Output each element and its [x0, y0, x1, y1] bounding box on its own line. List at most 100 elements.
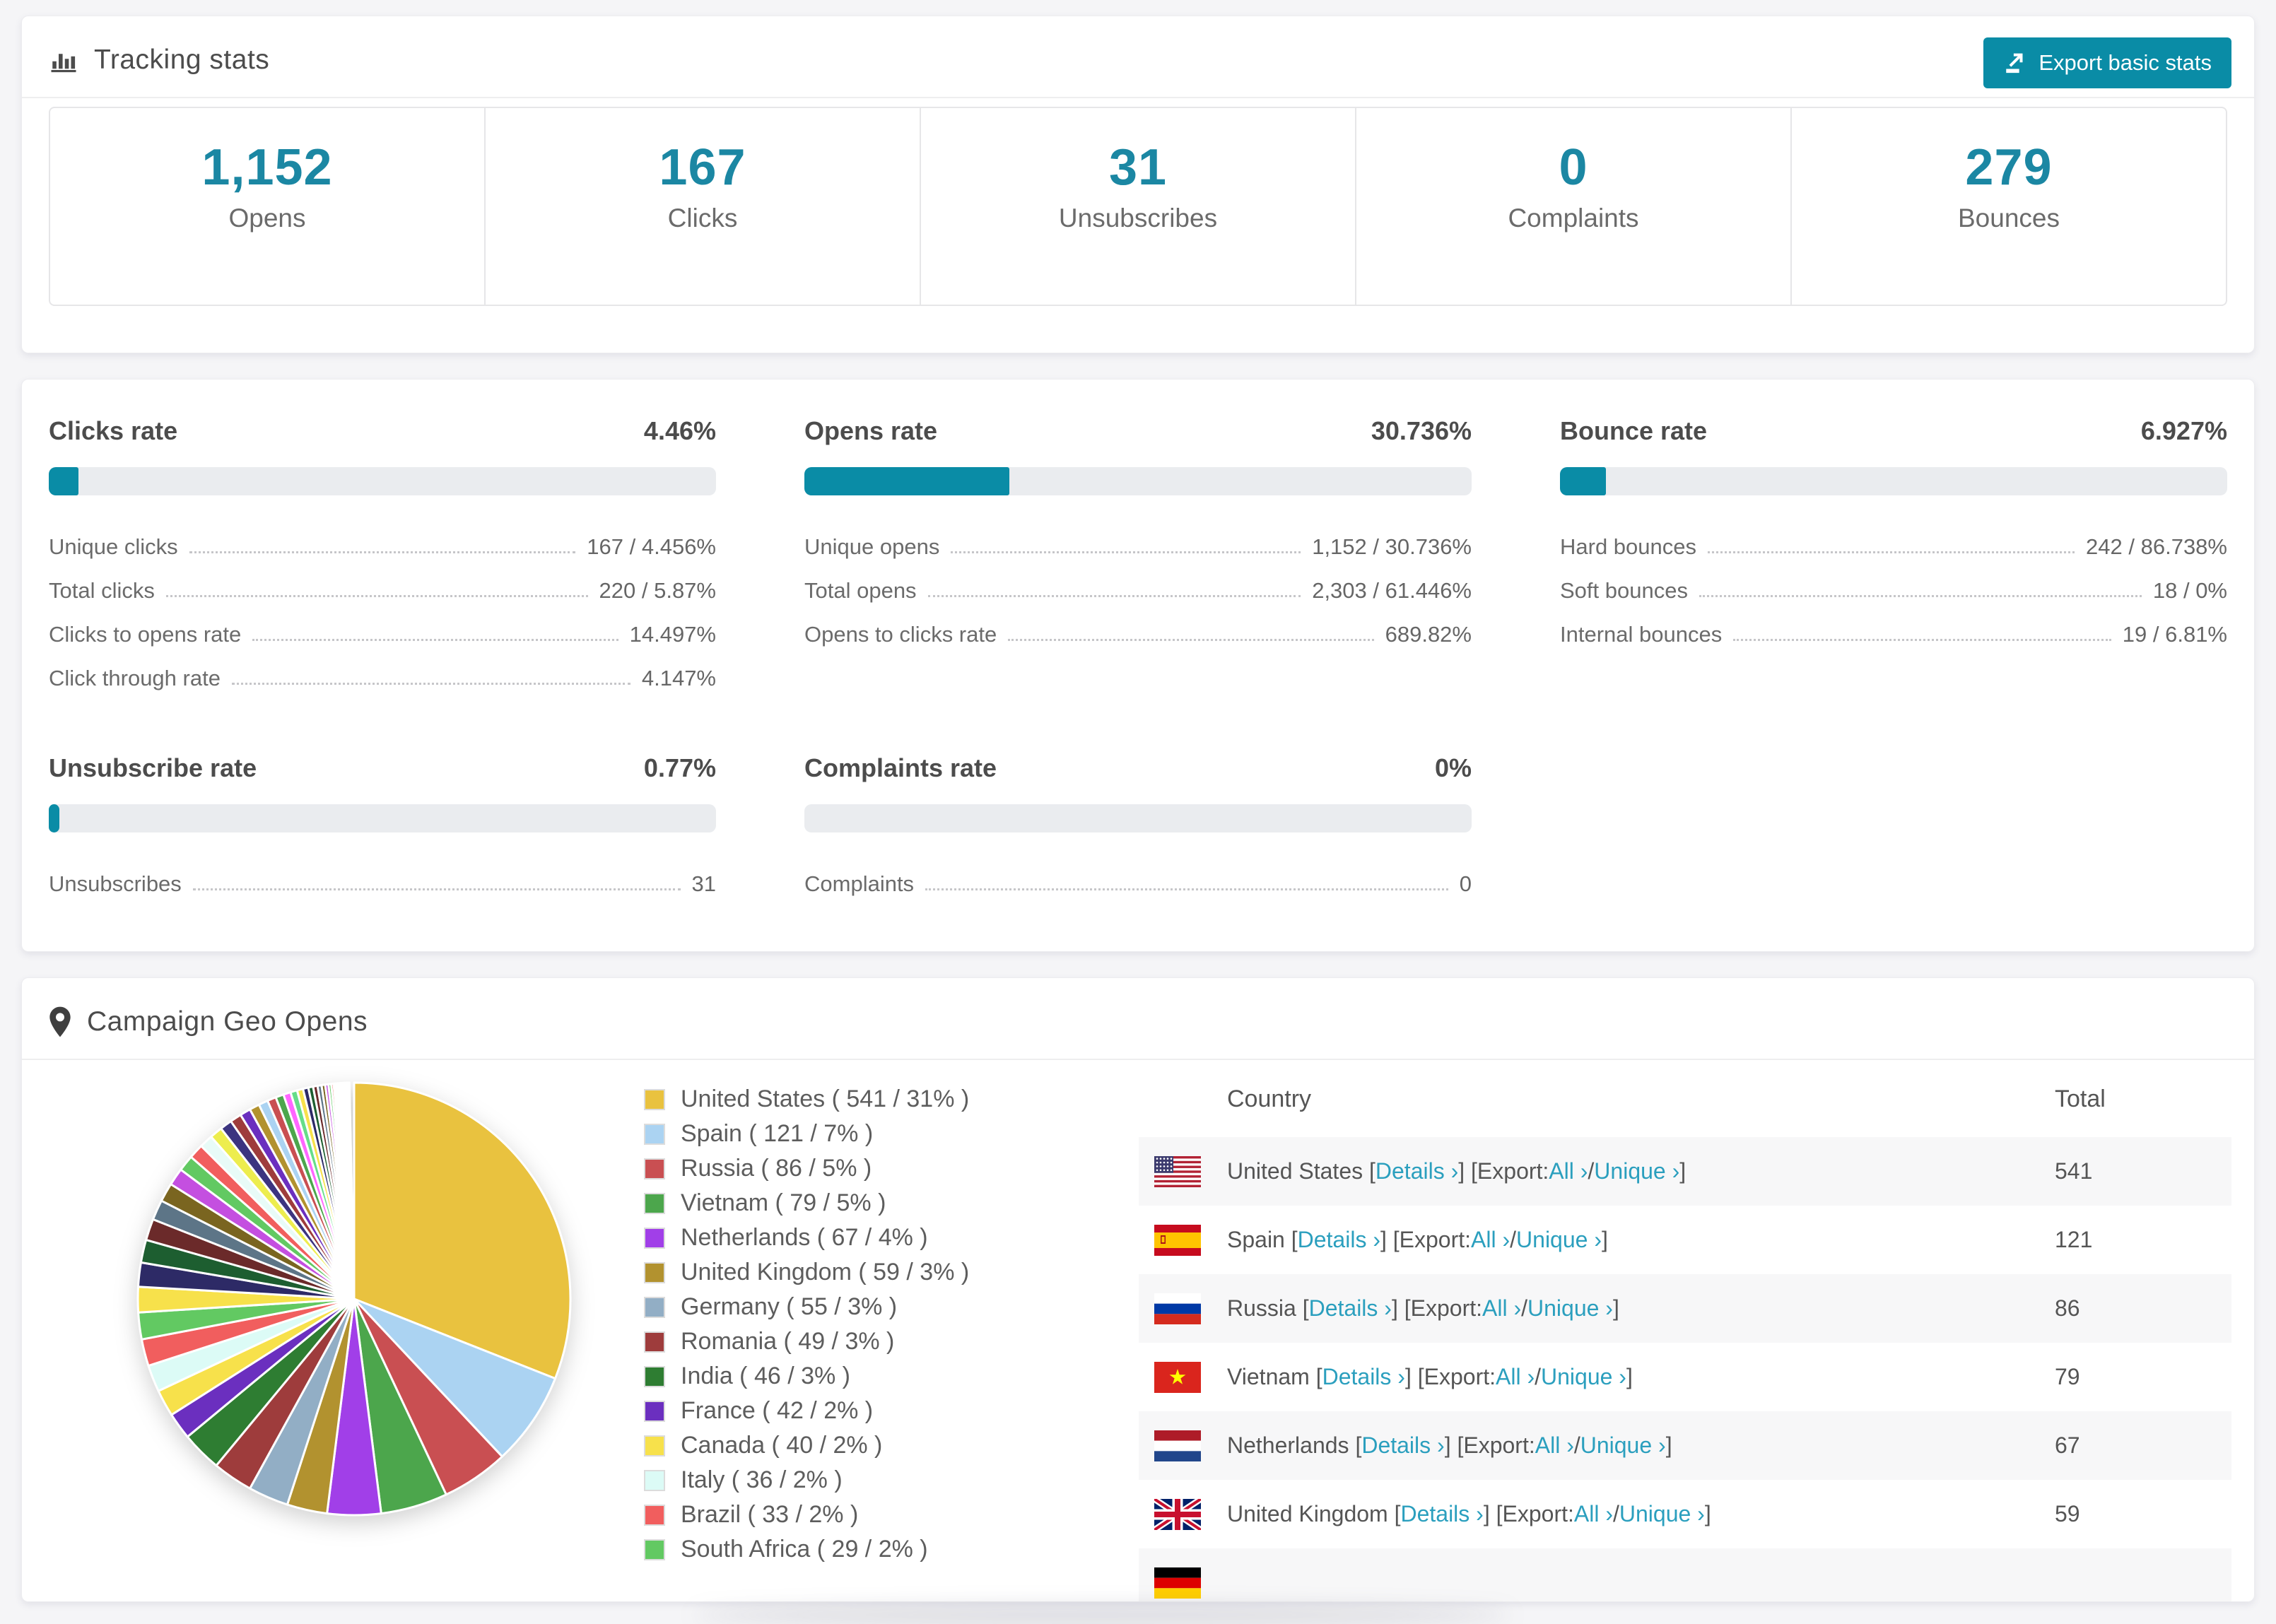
bar-chart-icon — [49, 45, 78, 75]
stat-value: 167 / 4.456% — [587, 534, 716, 559]
rate-title: Bounce rate — [1560, 416, 1708, 445]
rate-block-opens-rate: Opens rate 30.736% Unique opens 1,152 / 30.… — [804, 416, 1472, 700]
tracking-stats-card: Tracking stats Export basic stats 1,152 O… — [21, 16, 2255, 353]
export-unique-link[interactable]: Unique › — [1516, 1227, 1602, 1253]
link-separator: ] [Export: — [1483, 1501, 1574, 1526]
link-separator: ] [Export: — [1404, 1364, 1496, 1389]
legend-item-romania[interactable]: Romania ( 49 / 3% ) — [644, 1328, 1139, 1355]
legend-item-germany[interactable]: Germany ( 55 / 3% ) — [644, 1293, 1139, 1321]
legend-item-netherlands[interactable]: Netherlands ( 67 / 4% ) — [644, 1224, 1139, 1252]
export-basic-stats-button[interactable]: Export basic stats — [1983, 37, 2231, 88]
export-unique-link[interactable]: Unique › — [1527, 1295, 1613, 1322]
country-name: Russia [ — [1227, 1295, 1309, 1321]
stat-row-total-clicks: Total clicks 220 / 5.87% — [49, 569, 716, 613]
export-unique-link[interactable]: Unique › — [1580, 1432, 1666, 1459]
legend-item-canada[interactable]: Canada ( 40 / 2% ) — [644, 1432, 1139, 1459]
export-all-link[interactable]: All › — [1574, 1501, 1613, 1527]
export-all-link[interactable]: All › — [1535, 1432, 1574, 1459]
legend-item-france[interactable]: France ( 42 / 2% ) — [644, 1397, 1139, 1425]
export-unique-link[interactable]: Unique › — [1594, 1158, 1679, 1184]
total-cell: 67 — [2055, 1432, 2080, 1458]
column-country: Country — [1227, 1085, 1312, 1112]
export-all-link[interactable]: All › — [1471, 1227, 1510, 1253]
total-cell: 86 — [2055, 1295, 2080, 1321]
flag-us-icon — [1154, 1155, 1201, 1187]
legend-swatch — [644, 1261, 665, 1283]
table-row-netherlands: Netherlands [Details ›] [Export: All › /… — [1139, 1411, 2231, 1480]
legend-label: Italy ( 36 / 2% ) — [681, 1466, 843, 1493]
stat-row-unique-opens: Unique opens 1,152 / 30.736% — [804, 525, 1472, 569]
stat-row-unique-clicks: Unique clicks 167 / 4.456% — [49, 525, 716, 569]
rate-progress-fill — [804, 467, 1010, 495]
stat-row-total-opens: Total opens 2,303 / 61.446% — [804, 569, 1472, 613]
rate-rows: Unique opens 1,152 / 30.736% Total opens 2,… — [804, 525, 1472, 657]
export-unique-link[interactable]: Unique › — [1619, 1501, 1705, 1527]
details-link[interactable]: Details › — [1322, 1364, 1405, 1390]
legend-item-united-states[interactable]: United States ( 541 / 31% ) — [644, 1085, 1139, 1113]
total-cell: 541 — [2055, 1158, 2093, 1184]
stat-value: 18 / 0% — [2152, 578, 2227, 603]
geo-table-body: United States [Details ›] [Export: All ›… — [1139, 1137, 2231, 1601]
summary-label: Clicks — [667, 204, 738, 233]
link-separator: ] [Export: — [1458, 1158, 1549, 1184]
rate-progress-bar — [1560, 467, 2227, 495]
legend-label: France ( 42 / 2% ) — [681, 1397, 874, 1424]
details-link[interactable]: Details › — [1309, 1295, 1392, 1322]
link-separator: ] [Export: — [1380, 1227, 1472, 1252]
stat-label: Soft bounces — [1560, 578, 1688, 603]
dotted-leader — [951, 551, 1301, 553]
legend-item-south-africa[interactable]: South Africa ( 29 / 2% ) — [644, 1536, 1139, 1563]
summary-value: 1,152 — [201, 139, 333, 196]
details-link[interactable]: Details › — [1400, 1501, 1483, 1527]
summary-label: Unsubscribes — [1058, 204, 1218, 233]
rate-progress-fill — [1560, 467, 1607, 495]
country-cell: Spain [Details ›] [Export: All › / Uniqu… — [1139, 1224, 2055, 1256]
stat-row-soft-bounces: Soft bounces 18 / 0% — [1560, 569, 2227, 613]
tracking-stats-header: Tracking stats Export basic stats — [22, 16, 2254, 97]
rate-percent: 4.46% — [643, 416, 716, 445]
link-separator: / — [1510, 1227, 1517, 1252]
legend-item-brazil[interactable]: Brazil ( 33 / 2% ) — [644, 1501, 1139, 1529]
legend-item-india[interactable]: India ( 46 / 3% ) — [644, 1363, 1139, 1390]
legend-item-spain[interactable]: Spain ( 121 / 7% ) — [644, 1120, 1139, 1148]
details-link[interactable]: Details › — [1298, 1227, 1380, 1253]
link-separator: / — [1612, 1501, 1619, 1526]
link-separator: ] — [1704, 1501, 1711, 1526]
export-all-link[interactable]: All › — [1496, 1364, 1535, 1390]
stat-label: Clicks to opens rate — [49, 622, 242, 647]
table-row-united-states: United States [Details ›] [Export: All ›… — [1139, 1137, 2231, 1206]
details-link[interactable]: Details › — [1361, 1432, 1444, 1459]
legend-label: Spain ( 121 / 7% ) — [681, 1120, 874, 1147]
legend-item-united-kingdom[interactable]: United Kingdom ( 59 / 3% ) — [644, 1259, 1139, 1286]
country-cell — [1139, 1567, 2055, 1599]
legend-label: South Africa ( 29 / 2% ) — [681, 1536, 928, 1563]
flag-gb-icon — [1154, 1498, 1201, 1530]
stat-label: Opens to clicks rate — [804, 622, 997, 647]
link-separator: ] — [1679, 1158, 1687, 1184]
legend-label: Brazil ( 33 / 2% ) — [681, 1501, 859, 1528]
dotted-leader — [1008, 639, 1374, 641]
export-all-link[interactable]: All › — [1482, 1295, 1521, 1322]
legend-item-russia[interactable]: Russia ( 86 / 5% ) — [644, 1155, 1139, 1182]
stat-label: Unsubscribes — [49, 871, 182, 896]
geo-header: Campaign Geo Opens — [22, 978, 2254, 1059]
geo-pie-chart — [22, 1060, 644, 1529]
export-unique-link[interactable]: Unique › — [1541, 1364, 1626, 1390]
legend-item-italy[interactable]: Italy ( 36 / 2% ) — [644, 1466, 1139, 1494]
rate-title: Clicks rate — [49, 416, 178, 445]
legend-swatch — [644, 1158, 665, 1179]
flag-de-icon — [1154, 1567, 1201, 1599]
details-link[interactable]: Details › — [1375, 1158, 1458, 1184]
legend-item-vietnam[interactable]: Vietnam ( 79 / 5% ) — [644, 1189, 1139, 1217]
column-total: Total — [2055, 1085, 2106, 1112]
rate-block-bounce-rate: Bounce rate 6.927% Hard bounces 242 / 86.73… — [1560, 416, 2227, 700]
table-row-vietnam: Vietnam [Details ›] [Export: All › / Uni… — [1139, 1343, 2231, 1411]
stat-row-click-through-rate: Click through rate 4.147% — [49, 657, 716, 700]
rate-percent: 30.736% — [1371, 416, 1472, 445]
link-separator: / — [1535, 1364, 1541, 1389]
stat-value: 14.497% — [629, 622, 716, 647]
dotted-leader — [1733, 639, 2111, 641]
stat-label: Click through rate — [49, 666, 221, 690]
stat-value: 31 — [691, 871, 716, 896]
export-all-link[interactable]: All › — [1549, 1158, 1588, 1184]
